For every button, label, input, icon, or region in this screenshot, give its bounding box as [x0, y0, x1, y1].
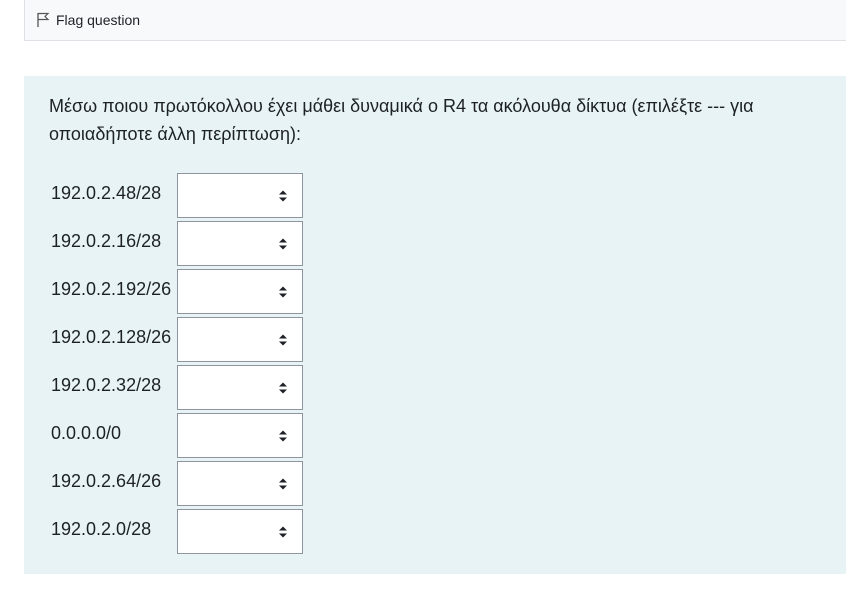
select-arrows-icon: [279, 382, 287, 394]
flag-question-link[interactable]: Flag question: [36, 12, 140, 28]
answer-label: 192.0.2.192/26: [51, 279, 172, 299]
answer-label: 192.0.2.64/26: [51, 471, 162, 491]
flag-icon: [36, 12, 50, 28]
answer-select[interactable]: [177, 221, 303, 266]
answer-select[interactable]: [177, 269, 303, 314]
answer-select[interactable]: [177, 413, 303, 458]
select-arrows-icon: [279, 190, 287, 202]
answer-label: 192.0.2.128/26: [51, 327, 172, 347]
answer-label: 192.0.2.0/28: [51, 519, 152, 539]
answer-label: 192.0.2.16/28: [51, 231, 162, 251]
answer-label: 192.0.2.32/28: [51, 375, 162, 395]
flag-question-label: Flag question: [56, 12, 141, 28]
answer-select[interactable]: [177, 461, 303, 506]
answer-label: 192.0.2.48/28: [51, 183, 162, 203]
select-arrows-icon: [279, 430, 287, 442]
flag-bar: Flag question: [24, 0, 846, 41]
select-arrows-icon: [279, 286, 287, 298]
question-box: Μέσω ποιου πρωτόκολλου έχει μάθει δυναμι…: [24, 76, 846, 574]
select-arrows-icon: [279, 238, 287, 250]
select-arrows-icon: [279, 526, 287, 538]
answer-select[interactable]: [177, 317, 303, 362]
answer-select[interactable]: [177, 173, 303, 218]
question-text: Μέσω ποιου πρωτόκολλου έχει μάθει δυναμι…: [49, 96, 754, 144]
answer-select[interactable]: [177, 509, 303, 554]
answer-select[interactable]: [177, 365, 303, 410]
answer-label: 0.0.0.0/0: [51, 423, 122, 443]
select-arrows-icon: [279, 334, 287, 346]
select-arrows-icon: [279, 478, 287, 490]
